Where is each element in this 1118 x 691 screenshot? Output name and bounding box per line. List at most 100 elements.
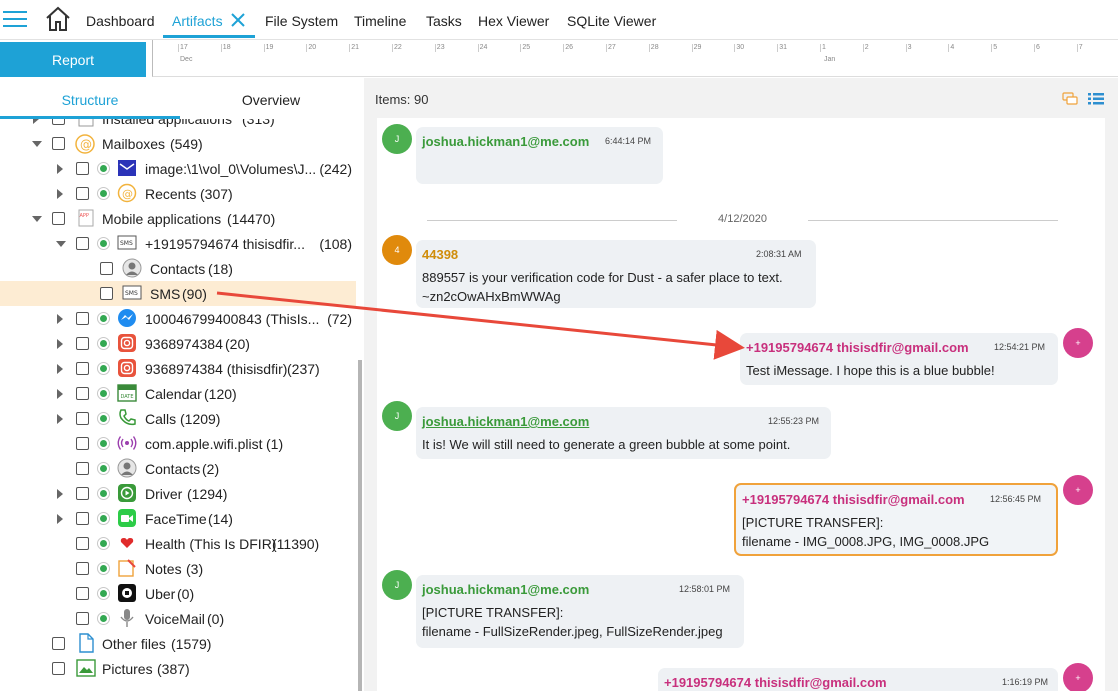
expand-arrow-icon[interactable] bbox=[57, 189, 63, 199]
microphone-icon bbox=[117, 608, 137, 628]
tree-checkbox[interactable] bbox=[76, 437, 89, 450]
tree-checkbox[interactable] bbox=[76, 337, 89, 350]
tree-item-facetime[interactable]: FaceTime (14) bbox=[0, 506, 356, 531]
message-bubble[interactable]: joshua.hickman1@me.com 12:58:01 PM [PICT… bbox=[416, 575, 744, 648]
tree-item-mobile-applications[interactable]: APP Mobile applications (14470) bbox=[0, 206, 356, 231]
tree-item-health[interactable]: Health (This Is DFIR) (11390) bbox=[0, 531, 356, 556]
tab-artifacts[interactable]: Artifacts bbox=[172, 0, 223, 40]
tab-tasks[interactable]: Tasks bbox=[426, 0, 462, 40]
tree-item-sms[interactable]: SMS SMS (90) bbox=[0, 281, 356, 306]
tree-item-other-files[interactable]: Other files (1579) bbox=[0, 631, 356, 656]
close-tab-icon[interactable] bbox=[231, 13, 245, 29]
tree-checkbox[interactable] bbox=[52, 662, 65, 675]
uber-icon bbox=[117, 583, 137, 603]
tree-checkbox[interactable] bbox=[76, 387, 89, 400]
tree-item-messenger[interactable]: 100046799400843 (ThisIs... (72) bbox=[0, 306, 356, 331]
status-dot bbox=[97, 412, 110, 425]
contact-icon bbox=[122, 258, 142, 278]
timeline-strip[interactable]: 17 18 19 20 21 22 23 24 25 26 27 28 29 30 31 1 2 3 4 5 6 7 De… bbox=[152, 40, 1118, 77]
tree-checkbox[interactable] bbox=[76, 412, 89, 425]
conversation-view[interactable]: J joshua.hickman1@me.com 6:44:14 PM 4/12… bbox=[377, 118, 1105, 691]
tab-hex-viewer[interactable]: Hex Viewer bbox=[478, 0, 549, 40]
tree-checkbox[interactable] bbox=[100, 287, 113, 300]
collapse-arrow-icon[interactable] bbox=[56, 241, 66, 247]
message-bubble-highlighted[interactable]: +19195794674 thisisdfir@gmail.com 12:56:… bbox=[734, 483, 1058, 556]
left-panel: Structure Overview APP Installed applica… bbox=[0, 78, 364, 691]
tree-checkbox[interactable] bbox=[52, 637, 65, 650]
tab-file-system[interactable]: File System bbox=[265, 0, 338, 40]
collapse-arrow-icon[interactable] bbox=[32, 216, 42, 222]
tree-checkbox[interactable] bbox=[76, 562, 89, 575]
tree-item-driver[interactable]: Driver (1294) bbox=[0, 481, 356, 506]
expand-arrow-icon[interactable] bbox=[57, 389, 63, 399]
tree-item-calls[interactable]: Calls (1209) bbox=[0, 406, 356, 431]
tree-checkbox[interactable] bbox=[76, 487, 89, 500]
message-bubble[interactable]: joshua.hickman1@me.com 12:55:23 PM It is… bbox=[416, 407, 831, 459]
picture-icon bbox=[76, 658, 96, 678]
tree-item-mailboxes[interactable]: @ Mailboxes (549) bbox=[0, 131, 356, 156]
tree-item-notes[interactable]: Notes (3) bbox=[0, 556, 356, 581]
tab-timeline[interactable]: Timeline bbox=[354, 0, 406, 40]
report-button[interactable]: Report bbox=[0, 42, 146, 77]
expand-arrow-icon[interactable] bbox=[57, 364, 63, 374]
tree-checkbox[interactable] bbox=[76, 587, 89, 600]
tree-item-voicemail[interactable]: VoiceMail (0) bbox=[0, 606, 356, 631]
tree-item-wifi-plist[interactable]: com.apple.wifi.plist (1) bbox=[0, 431, 356, 456]
message-time: 6:44:14 PM bbox=[605, 136, 652, 146]
tree-item-recents[interactable]: @ Recents (307) bbox=[0, 181, 356, 206]
message-bubble[interactable]: +19195794674 thisisdfir@gmail.com 12:54:… bbox=[740, 333, 1058, 385]
expand-arrow-icon[interactable] bbox=[57, 164, 63, 174]
tree-checkbox[interactable] bbox=[52, 137, 65, 150]
timeline-tick-label: 1 bbox=[822, 44, 826, 51]
tree-checkbox[interactable] bbox=[76, 237, 89, 250]
message-time: 12:58:01 PM bbox=[679, 584, 731, 594]
home-icon[interactable] bbox=[44, 5, 72, 33]
collapse-arrow-icon[interactable] bbox=[32, 141, 42, 147]
tree-checkbox[interactable] bbox=[52, 212, 65, 225]
tree-item-uber[interactable]: Uber (0) bbox=[0, 581, 356, 606]
tree-checkbox[interactable] bbox=[76, 162, 89, 175]
tree-checkbox[interactable] bbox=[76, 537, 89, 550]
tree-item-installed-applications[interactable]: APP Installed applications (313) bbox=[0, 119, 356, 131]
tab-structure[interactable]: Structure bbox=[0, 78, 180, 118]
tree-item-contacts[interactable]: Contacts (2) bbox=[0, 456, 356, 481]
file-icon bbox=[76, 633, 96, 653]
at-icon: @ bbox=[117, 183, 137, 203]
tab-sqlite-viewer[interactable]: SQLite Viewer bbox=[567, 0, 656, 40]
expand-arrow-icon[interactable] bbox=[57, 489, 63, 499]
expand-arrow-icon[interactable] bbox=[57, 514, 63, 524]
chat-view-icon[interactable] bbox=[1061, 92, 1078, 106]
tree-item-instagram-1[interactable]: 9368974384 (20) bbox=[0, 331, 356, 356]
hamburger-menu-icon[interactable] bbox=[3, 9, 27, 29]
tab-dashboard[interactable]: Dashboard bbox=[86, 0, 155, 40]
tree-checkbox[interactable] bbox=[100, 262, 113, 275]
tree-checkbox[interactable] bbox=[76, 512, 89, 525]
tree-checkbox[interactable] bbox=[76, 187, 89, 200]
avatar: + bbox=[1063, 663, 1093, 691]
expand-arrow-icon[interactable] bbox=[57, 414, 63, 424]
tree-checkbox[interactable] bbox=[52, 119, 65, 125]
list-view-icon[interactable] bbox=[1088, 92, 1104, 106]
tree-item-pictures[interactable]: Pictures (387) bbox=[0, 656, 356, 681]
timeline-tick bbox=[1076, 44, 1078, 52]
message-bubble[interactable]: 44398 2:08:31 AM 889557 is your verifica… bbox=[416, 240, 816, 308]
expand-arrow-icon[interactable] bbox=[57, 339, 63, 349]
message-time: 2:08:31 AM bbox=[756, 249, 802, 259]
tree-checkbox[interactable] bbox=[76, 362, 89, 375]
message-bubble[interactable]: +19195794674 thisisdfir@gmail.com 1:16:1… bbox=[658, 668, 1058, 691]
tree-checkbox[interactable] bbox=[76, 612, 89, 625]
tree-item-instagram-2[interactable]: 9368974384 (thisisdfir) (237) bbox=[0, 356, 356, 381]
expand-arrow-icon[interactable] bbox=[57, 314, 63, 324]
timeline-tick bbox=[434, 44, 436, 52]
tree-item-phone-account[interactable]: SMS +19195794674 thisisdfir... (108) bbox=[0, 231, 356, 256]
timeline-tick-label: 19 bbox=[265, 44, 274, 51]
timeline-tick bbox=[948, 44, 950, 52]
tree-item-calendar[interactable]: DATE Calendar (120) bbox=[0, 381, 356, 406]
tree-checkbox[interactable] bbox=[76, 312, 89, 325]
tree-checkbox[interactable] bbox=[76, 462, 89, 475]
tab-overview[interactable]: Overview bbox=[180, 78, 362, 118]
left-scrollbar[interactable] bbox=[358, 360, 362, 691]
tree-item-mail-volume[interactable]: image:\1\vol_0\Volumes\J... (242) bbox=[0, 156, 356, 181]
message-bubble[interactable]: joshua.hickman1@me.com 6:44:14 PM bbox=[416, 127, 663, 184]
tree-item-contacts-sub[interactable]: Contacts (18) bbox=[0, 256, 356, 281]
